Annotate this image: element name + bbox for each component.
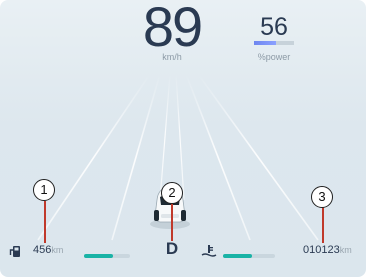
temperature-bar: [223, 254, 275, 258]
odometer-unit: km: [339, 245, 352, 255]
odometer-readout: 010123km: [303, 244, 352, 256]
temperature-bar-fill: [223, 254, 252, 258]
range-value: 456: [33, 244, 52, 256]
callout-line-3: [322, 206, 324, 243]
coolant-temperature-icon: [201, 245, 217, 257]
power-level-fill: [254, 41, 277, 45]
fuel-pump-icon: [9, 246, 20, 257]
power-unit: %power: [257, 52, 291, 62]
gear-indicator: D: [165, 239, 179, 258]
range-bar-fill: [84, 254, 113, 258]
range-readout: 456km: [33, 244, 63, 256]
callout-line-1: [44, 201, 46, 243]
range-bar: [84, 254, 130, 258]
power-value: 56: [260, 13, 288, 41]
callout-line-2: [171, 201, 173, 241]
dashboard-screen: 89 km/h 56 %power 1 2 3 456km D 010123km: [0, 0, 366, 277]
power-level-bar: [254, 41, 294, 45]
range-unit: km: [51, 245, 64, 255]
speed-value: 89: [142, 0, 203, 58]
speed-unit: km/h: [162, 52, 182, 62]
callout-marker-2: 2: [161, 182, 183, 204]
odometer-value: 010123: [303, 244, 340, 256]
callout-marker-3: 3: [311, 186, 333, 208]
callout-marker-1: 1: [33, 179, 55, 201]
